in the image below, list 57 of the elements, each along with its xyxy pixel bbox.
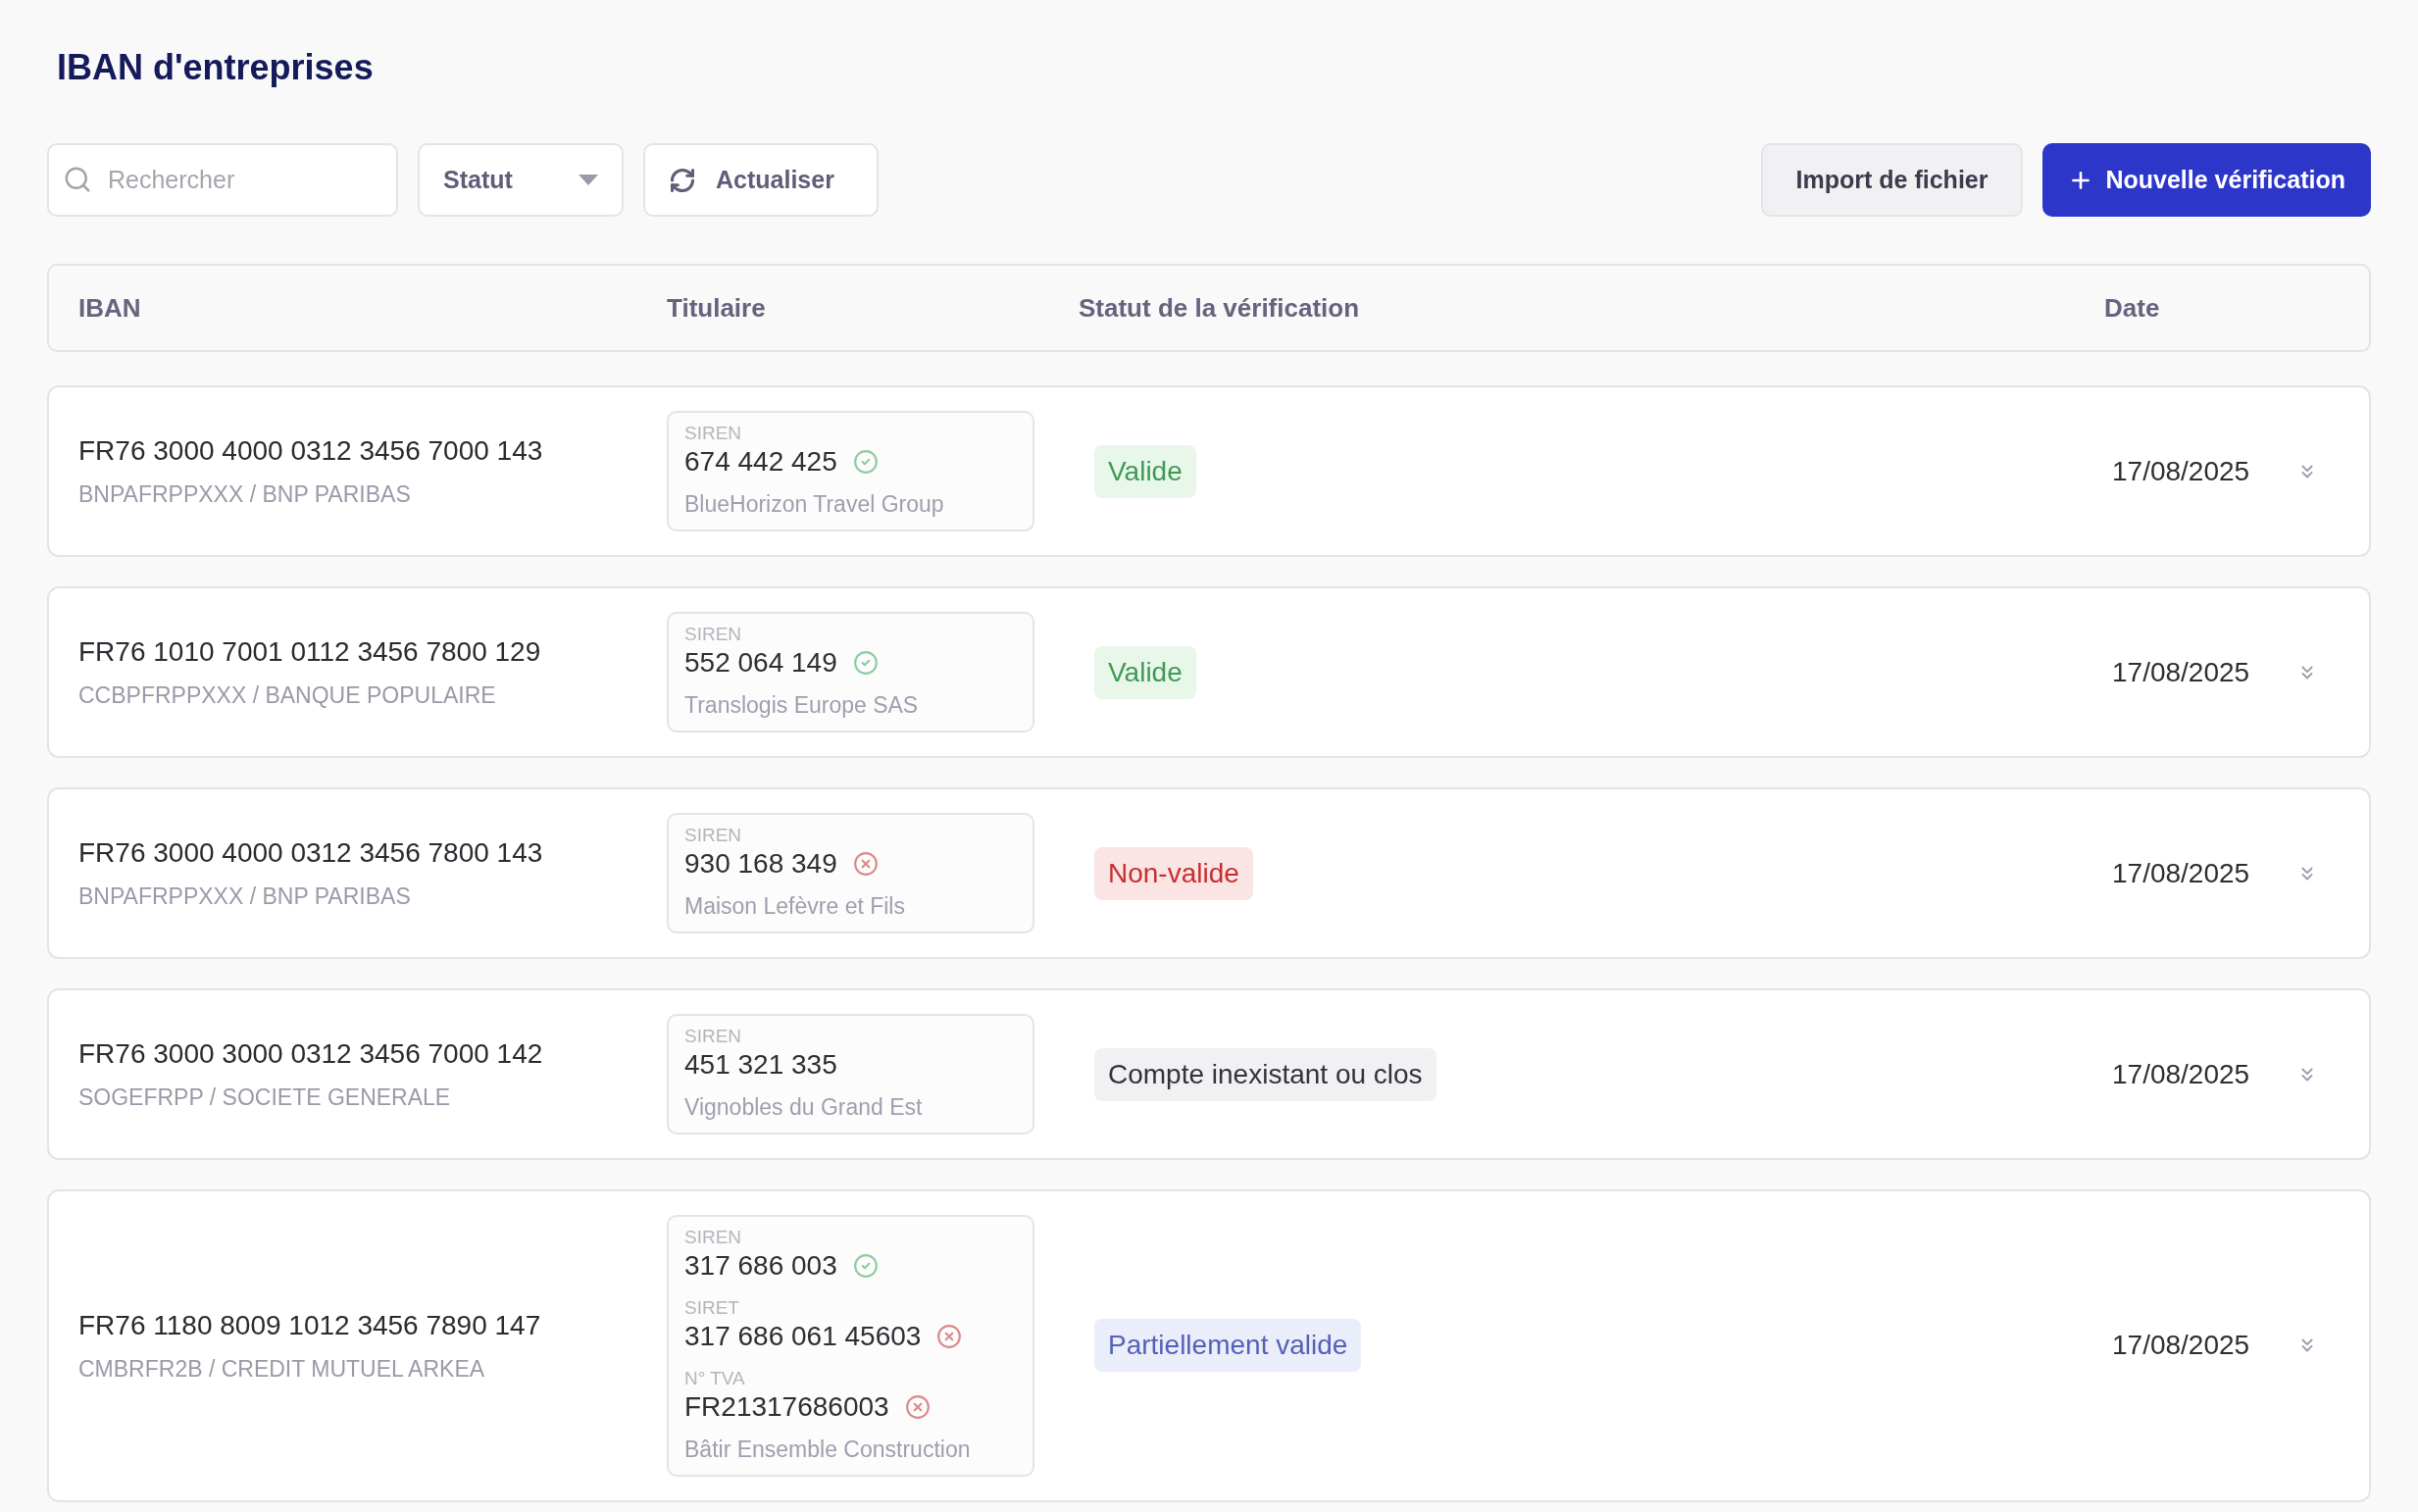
status-badge: Valide [1094, 444, 1196, 498]
holder-name: Vignobles du Grand Est [684, 1093, 924, 1123]
id-number: 674 442 425 [684, 445, 837, 479]
table-row[interactable]: FR76 1010 7001 0112 3456 7800 129 CCBPFRPPXXX / BANQUE POPULAIRE SIREN 552 064 149 Translogis Europe SAS Valide 17/08/2025 [47, 586, 2371, 758]
id-number: 552 064 149 [684, 646, 837, 680]
status-badge: Non-valide [1094, 846, 1253, 900]
holder-name: Translogis Europe SAS [684, 691, 920, 721]
table-row[interactable]: FR76 3000 3000 0312 3456 7000 142 SOGEFRPP / SOCIETE GENERALE SIREN 451 321 335 Vignobles du Grand Est Compte inexistant ou clos 17/08/2025 [47, 988, 2371, 1160]
id-label: SIREN [684, 624, 743, 646]
id-number: 317 686 003 [684, 1249, 837, 1283]
iban-text: FR76 3000 3000 0312 3456 7000 142 [78, 1037, 544, 1072]
search-icon [63, 165, 92, 194]
status-dropdown[interactable]: Statut [418, 143, 624, 217]
holder-name: Bâtir Ensemble Construction [684, 1436, 972, 1464]
bank-text: CMBRFR2B / CREDIT MUTUEL ARKEA [78, 1355, 486, 1384]
id-label: SIREN [684, 423, 743, 445]
table-row[interactable]: FR76 1180 8009 1012 3456 7890 147 CMBRFR2B / CREDIT MUTUEL ARKEA SIREN 317 686 003 SIRET 317 686 061 45603 N° TVA FR21317686003 Bâtir Ensemble Construction Partiellement valide 17/08/2025 [47, 1189, 2371, 1502]
holder-name: Maison Lefèvre et Fils [684, 892, 906, 922]
iban-text: FR76 1010 7001 0112 3456 7800 129 [78, 635, 542, 670]
id-number: 930 168 349 [684, 847, 837, 882]
bank-text: CCBPFRPPXXX / BANQUE POPULAIRE [78, 681, 497, 711]
date-text: 17/08/2025 [2112, 1329, 2250, 1363]
id-number: FR21317686003 [684, 1390, 889, 1424]
status-badge: Compte inexistant ou clos [1094, 1047, 1436, 1101]
id-label: SIREN [684, 1026, 743, 1048]
refresh-button[interactable]: Actualiser [643, 143, 879, 217]
bank-text: BNPAFRPPXXX / BNP PARIBAS [78, 480, 412, 510]
date-text: 17/08/2025 [2112, 856, 2250, 890]
date-text: 17/08/2025 [2112, 1057, 2250, 1091]
bank-text: BNPAFRPPXXX / BNP PARIBAS [78, 882, 412, 912]
new-verification-button[interactable]: Nouvelle vérification [2042, 143, 2371, 217]
id-number: 317 686 061 45603 [684, 1320, 922, 1353]
column-header: IBAN [77, 291, 142, 325]
search-field[interactable]: Rechercher [47, 143, 398, 217]
import-button[interactable]: Import de fichier [1760, 143, 2024, 217]
bank-text: SOGEFRPP / SOCIETE GENERALE [78, 1084, 452, 1113]
holder-name: BlueHorizon Travel Group [684, 490, 945, 520]
iban-text: FR76 3000 4000 0312 3456 7800 143 [78, 836, 544, 871]
date-text: 17/08/2025 [2112, 655, 2250, 689]
date-text: 17/08/2025 [2112, 454, 2250, 488]
page-title: IBAN d'entreprises [57, 46, 375, 89]
caret-icon [579, 175, 598, 185]
status-badge: Partiellement valide [1094, 1319, 1362, 1373]
column-header: Statut de la vérification [1079, 291, 1361, 325]
iban-text: FR76 1180 8009 1012 3456 7890 147 [78, 1309, 542, 1342]
id-number: 451 321 335 [684, 1048, 837, 1083]
column-header: Titulaire [667, 291, 767, 325]
iban-text: FR76 3000 4000 0312 3456 7000 143 [78, 434, 544, 469]
column-header: Date [2104, 291, 2161, 325]
id-label: SIRET [684, 1297, 740, 1319]
table-row[interactable]: FR76 3000 4000 0312 3456 7800 143 BNPAFRPPXXX / BNP PARIBAS SIREN 930 168 349 Maison Lefèvre et Fils Non-valide 17/08/2025 [47, 787, 2371, 959]
id-label: SIREN [684, 825, 743, 847]
table-row[interactable]: FR76 3000 4000 0312 3456 7000 143 BNPAFRPPXXX / BNP PARIBAS SIREN 674 442 425 BlueHorizon Travel Group Valide 17/08/2025 [47, 385, 2371, 557]
status-badge: Valide [1094, 645, 1196, 699]
id-label: SIREN [684, 1227, 743, 1248]
id-label: N° TVA [684, 1368, 746, 1389]
refresh-icon [669, 166, 696, 194]
